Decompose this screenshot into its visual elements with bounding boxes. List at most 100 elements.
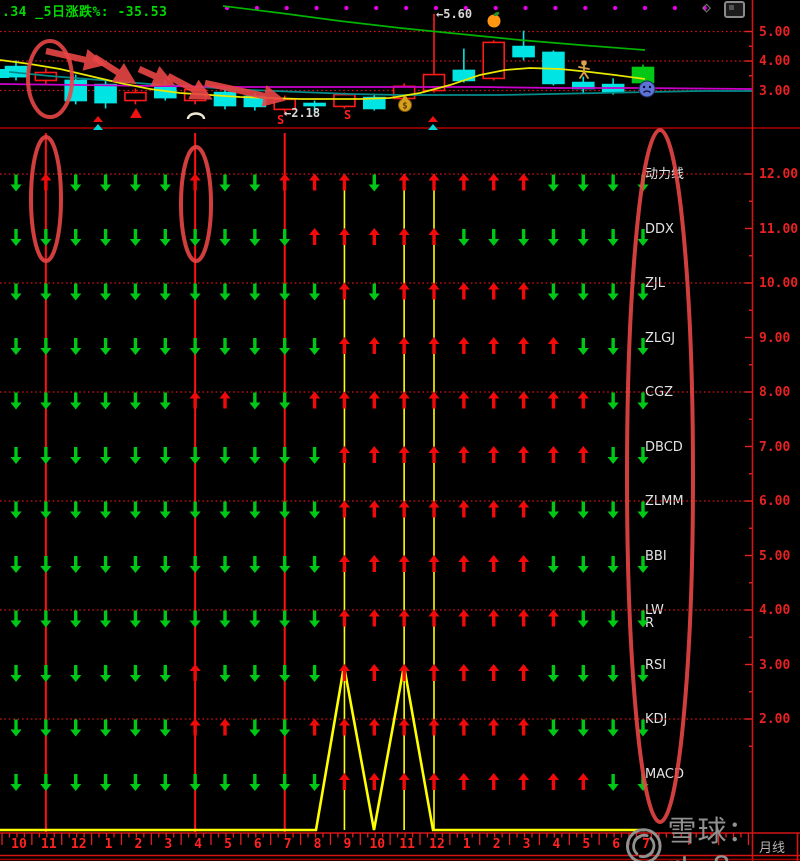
down-signal-arrow — [637, 774, 649, 791]
down-signal-arrow — [70, 774, 82, 791]
down-signal-arrow — [70, 392, 82, 410]
down-signal-arrow — [458, 229, 470, 246]
up-signal-arrow — [428, 664, 440, 681]
down-signal-arrow — [219, 501, 231, 519]
down-signal-arrow — [99, 501, 112, 519]
down-signal-arrow — [547, 501, 560, 519]
up-signal-arrow — [517, 609, 530, 627]
down-signal-arrow — [249, 774, 261, 791]
down-signal-arrow — [219, 665, 231, 682]
down-signal-arrow — [637, 392, 649, 410]
down-signal-arrow — [607, 774, 619, 791]
orange-icon — [487, 11, 501, 28]
down-signal-arrow — [10, 338, 22, 355]
up-signal-arrow — [398, 228, 410, 245]
up-signal-arrow — [308, 391, 321, 409]
up-signal-arrow — [458, 773, 470, 790]
up-signal-arrow — [189, 718, 201, 736]
down-signal-arrow — [577, 338, 589, 355]
up-signal-arrow — [517, 391, 530, 409]
down-signal-arrow — [279, 229, 291, 246]
down-signal-arrow — [189, 338, 201, 355]
down-signal-arrow — [129, 338, 142, 355]
down-signal-arrow — [607, 174, 619, 192]
up-signal-arrow — [517, 446, 530, 463]
down-signal-arrow — [577, 719, 589, 737]
down-signal-arrow — [129, 392, 142, 410]
up-signal-arrow — [368, 609, 380, 627]
down-signal-arrow — [249, 610, 261, 628]
down-signal-arrow — [189, 501, 201, 519]
down-signal-arrow — [607, 447, 619, 464]
down-signal-arrow — [577, 283, 589, 301]
down-signal-arrow — [99, 447, 112, 464]
down-signal-arrow — [10, 556, 22, 573]
up-signal-arrow — [368, 555, 380, 572]
down-signal-arrow — [219, 774, 231, 791]
up-signal-arrow — [368, 718, 380, 736]
down-signal-arrow — [99, 556, 112, 573]
down-signal-arrow — [99, 338, 112, 355]
down-signal-arrow — [70, 174, 82, 192]
up-signal-arrow — [338, 228, 351, 245]
down-signal-arrow — [159, 719, 171, 737]
down-signal-arrow — [10, 774, 22, 791]
down-signal-arrow — [70, 610, 82, 628]
down-signal-arrow — [249, 229, 261, 246]
up-signal-arrow — [547, 337, 560, 354]
down-signal-arrow — [189, 283, 201, 301]
down-signal-arrow — [607, 338, 619, 355]
down-signal-arrow — [129, 774, 142, 791]
up-signal-arrow — [428, 337, 440, 354]
up-signal-arrow — [517, 282, 530, 300]
down-signal-arrow — [159, 556, 171, 573]
down-signal-arrow — [308, 556, 321, 573]
down-signal-arrow — [219, 556, 231, 573]
down-signal-arrow — [637, 338, 649, 355]
up-signal-arrow — [458, 173, 470, 191]
down-signal-arrow — [577, 610, 589, 628]
red-triangle-icon — [130, 108, 142, 118]
up-signal-arrow — [428, 282, 440, 300]
down-signal-arrow — [577, 665, 589, 682]
up-signal-arrow — [219, 718, 231, 736]
up-signal-arrow — [368, 664, 380, 681]
up-signal-arrow — [428, 773, 440, 790]
down-signal-arrow — [607, 501, 619, 519]
down-signal-arrow — [607, 229, 619, 246]
down-signal-arrow — [637, 501, 649, 519]
up-signal-arrow — [577, 446, 589, 463]
down-signal-arrow — [70, 719, 82, 737]
down-signal-arrow — [577, 229, 589, 246]
panel-icon[interactable] — [724, 1, 745, 18]
up-signal-arrow — [428, 500, 440, 518]
up-signal-arrow — [547, 391, 560, 409]
up-signal-arrow — [398, 718, 410, 736]
up-signal-arrow — [338, 500, 351, 518]
up-signal-arrow — [398, 555, 410, 572]
down-signal-arrow — [99, 174, 112, 192]
down-signal-arrow — [249, 665, 261, 682]
down-signal-arrow — [10, 229, 22, 246]
down-signal-arrow — [10, 447, 22, 464]
sad-face-icon — [638, 80, 656, 98]
down-signal-arrow — [189, 229, 201, 246]
down-signal-arrow — [637, 447, 649, 464]
down-signal-arrow — [40, 283, 52, 301]
price-low-callout: ←2.18 — [284, 106, 321, 120]
up-signal-arrow — [338, 718, 351, 736]
down-signal-arrow — [249, 283, 261, 301]
down-signal-arrow — [40, 447, 52, 464]
down-signal-arrow — [279, 283, 291, 301]
down-signal-arrow — [279, 719, 291, 737]
up-signal-arrow — [338, 391, 351, 409]
up-signal-arrow — [338, 664, 351, 681]
down-signal-arrow — [99, 392, 112, 410]
up-signal-arrow — [338, 173, 351, 191]
snowball-logo-icon — [625, 828, 662, 861]
down-signal-arrow — [577, 556, 589, 573]
up-signal-arrow — [398, 500, 410, 518]
down-signal-arrow — [10, 610, 22, 628]
down-signal-arrow — [249, 556, 261, 573]
diamond-icon[interactable]: ◇ — [702, 0, 711, 16]
